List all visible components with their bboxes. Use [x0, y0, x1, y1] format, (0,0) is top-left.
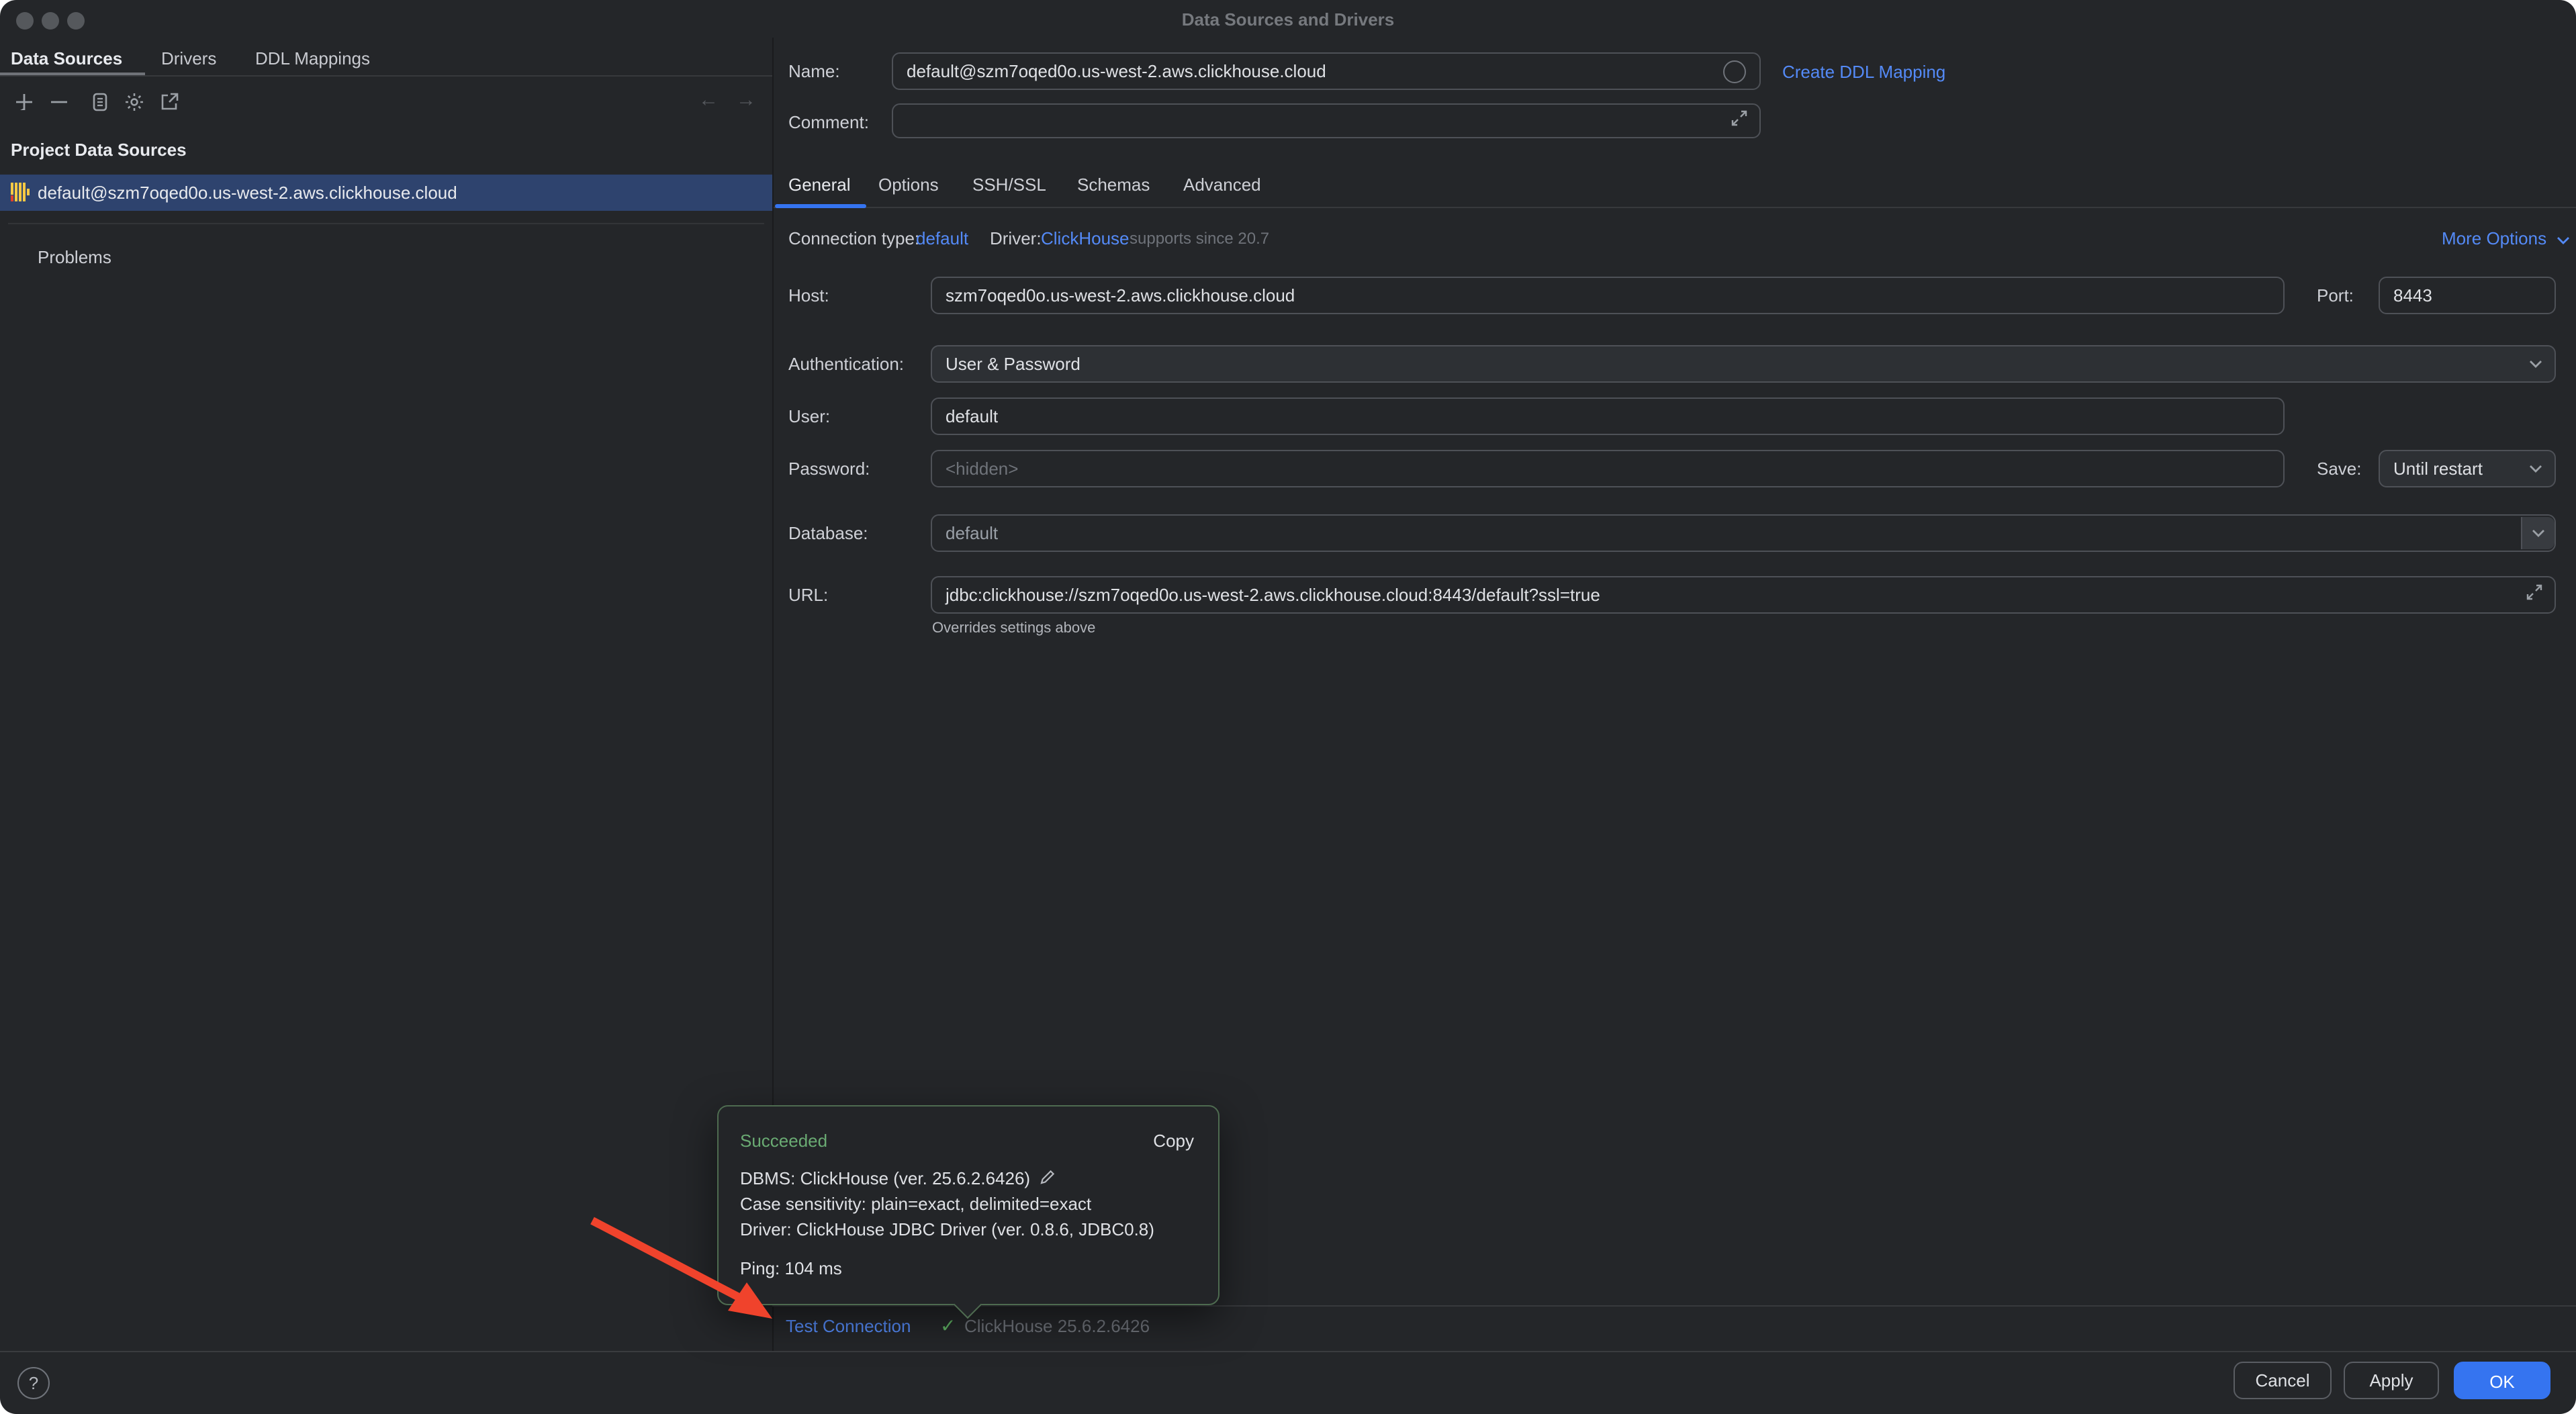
name-label: Name:: [788, 52, 840, 90]
url-note: Overrides settings above: [932, 619, 1095, 637]
popup-status: Succeeded: [740, 1131, 827, 1151]
user-input[interactable]: default: [931, 397, 2285, 435]
password-label: Password:: [788, 450, 870, 487]
test-connection-link[interactable]: Test Connection: [786, 1316, 911, 1337]
save-label: Save:: [2317, 450, 2362, 487]
problems-item[interactable]: Problems: [38, 247, 111, 268]
help-icon[interactable]: ?: [17, 1367, 50, 1399]
port-input[interactable]: 8443: [2379, 277, 2556, 314]
database-label: Database:: [788, 514, 868, 552]
gear-icon[interactable]: [124, 91, 145, 113]
tab-drivers[interactable]: Drivers: [161, 48, 216, 69]
color-ring-icon[interactable]: [1723, 60, 1746, 83]
comment-input[interactable]: [892, 103, 1761, 138]
port-label: Port:: [2317, 277, 2354, 314]
forward-icon[interactable]: →: [736, 89, 756, 111]
tab-ssh-ssl[interactable]: SSH/SSL: [972, 175, 1046, 195]
data-sources-dialog: Data Sources and Drivers Data Sources Dr…: [0, 0, 2576, 1414]
back-icon[interactable]: ←: [698, 89, 719, 111]
expand-icon[interactable]: [1730, 109, 1749, 132]
annotation-arrow: [578, 1202, 792, 1336]
comment-label: Comment:: [788, 103, 869, 141]
tab-advanced[interactable]: Advanced: [1183, 175, 1261, 195]
database-dropdown-button[interactable]: [2521, 517, 2555, 549]
copy-icon[interactable]: [89, 91, 110, 113]
copy-link[interactable]: Copy: [1153, 1131, 1194, 1151]
tab-schemas[interactable]: Schemas: [1077, 175, 1150, 195]
popup-case-line: Case sensitivity: plain=exact, delimited…: [740, 1194, 1091, 1215]
general-tab-underline: [775, 204, 866, 208]
connection-type-label: Connection type:: [788, 228, 919, 249]
pencil-icon[interactable]: [1039, 1170, 1055, 1186]
more-options-link[interactable]: More Options: [2442, 228, 2570, 249]
url-label: URL:: [788, 576, 828, 614]
driver-note: supports since 20.7: [1130, 230, 1269, 248]
chevron-down-icon: [2529, 465, 2542, 473]
save-value: Until restart: [2393, 459, 2483, 479]
popup-driver-line: Driver: ClickHouse JDBC Driver (ver. 0.8…: [740, 1219, 1154, 1240]
driver-label: Driver:: [990, 228, 1042, 249]
chevron-down-icon: [2557, 236, 2570, 244]
database-input[interactable]: default: [931, 514, 2556, 552]
host-input[interactable]: szm7oqed0o.us-west-2.aws.clickhouse.clou…: [931, 277, 2285, 314]
list-section-separator: [8, 223, 764, 224]
url-input[interactable]: jdbc:clickhouse://szm7oqed0o.us-west-2.a…: [931, 576, 2556, 614]
user-label: User:: [788, 397, 830, 435]
button-bar-separator: [0, 1351, 2576, 1352]
authentication-label: Authentication:: [788, 345, 904, 383]
name-input[interactable]: default@szm7oqed0o.us-west-2.aws.clickho…: [892, 52, 1761, 90]
data-source-list-item[interactable]: default@szm7oqed0o.us-west-2.aws.clickho…: [0, 175, 772, 211]
chevron-down-icon: [2532, 529, 2545, 537]
cancel-button[interactable]: Cancel: [2234, 1362, 2332, 1399]
popup-dbms-line: DBMS: ClickHouse (ver. 25.6.2.6426): [740, 1168, 1055, 1189]
password-input[interactable]: <hidden>: [931, 450, 2285, 487]
form-tabs-separator: [774, 207, 2576, 208]
create-ddl-mapping-link[interactable]: Create DDL Mapping: [1782, 62, 1945, 83]
tab-options[interactable]: Options: [878, 175, 939, 195]
tab-data-sources[interactable]: Data Sources: [11, 48, 122, 69]
add-icon[interactable]: [13, 91, 35, 113]
tab-ddl-mappings[interactable]: DDL Mappings: [255, 48, 370, 69]
clickhouse-icon: [11, 183, 30, 201]
expand-icon[interactable]: [2525, 583, 2544, 606]
data-source-name: default@szm7oqed0o.us-west-2.aws.clickho…: [38, 183, 457, 203]
driver-value[interactable]: ClickHouse: [1041, 228, 1130, 249]
popup-notch: [954, 1290, 982, 1319]
remove-icon[interactable]: [48, 91, 70, 113]
dbms-text: DBMS: ClickHouse (ver. 25.6.2.6426): [740, 1168, 1030, 1188]
apply-button[interactable]: Apply: [2344, 1362, 2439, 1399]
export-icon[interactable]: [158, 91, 180, 113]
authentication-select[interactable]: User & Password: [931, 345, 2556, 383]
window-title: Data Sources and Drivers: [0, 9, 2576, 30]
status-bar-separator: [772, 1305, 2576, 1307]
project-data-sources-header: Project Data Sources: [11, 140, 187, 160]
more-options-label: More Options: [2442, 228, 2546, 248]
tabs-separator: [0, 75, 772, 77]
connection-type-value[interactable]: default: [916, 228, 968, 249]
authentication-value: User & Password: [946, 354, 1080, 374]
test-connection-popup: Succeeded Copy DBMS: ClickHouse (ver. 25…: [717, 1105, 1220, 1305]
ok-button[interactable]: OK: [2454, 1362, 2550, 1399]
chevron-down-icon: [2529, 360, 2542, 368]
host-label: Host:: [788, 277, 829, 314]
checkmark-icon: ✓: [940, 1315, 956, 1337]
tab-general[interactable]: General: [788, 175, 851, 195]
connection-status-text: ClickHouse 25.6.2.6426: [964, 1316, 1150, 1337]
save-select[interactable]: Until restart: [2379, 450, 2556, 487]
